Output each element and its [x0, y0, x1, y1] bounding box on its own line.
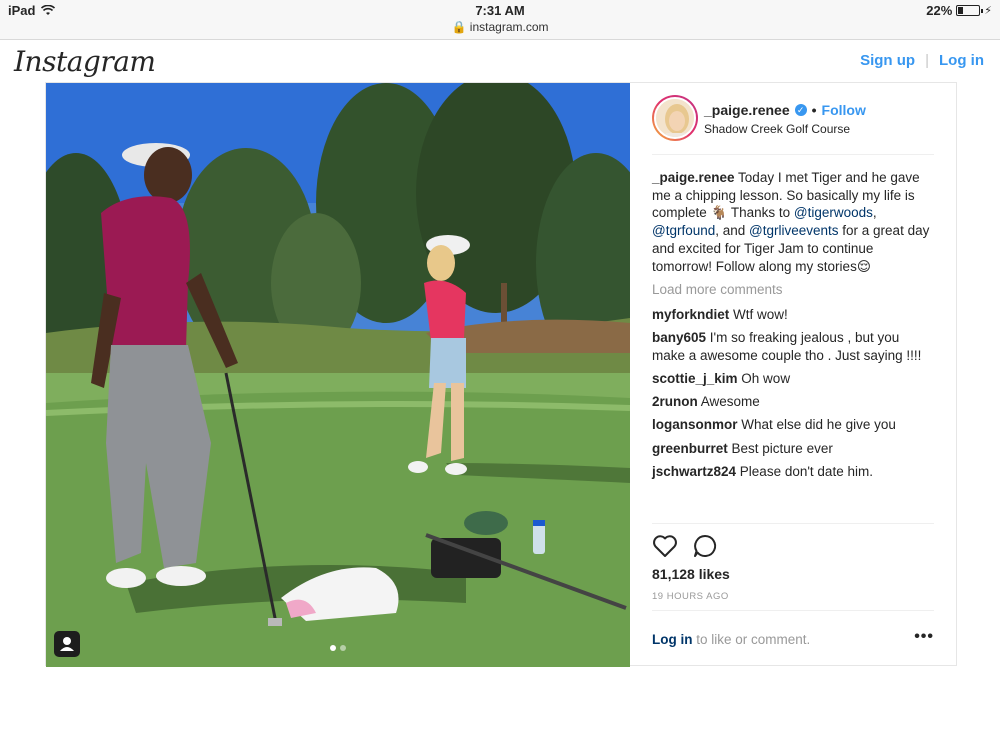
caption: _paige.renee Today I met Tiger and he ga… — [652, 169, 934, 275]
carousel-dot[interactable] — [340, 645, 346, 651]
login-suffix: to like or comment. — [692, 632, 811, 647]
auth-separator: | — [925, 52, 929, 69]
battery-icon — [956, 5, 984, 16]
mention-link[interactable]: @tigerwoods — [794, 205, 873, 220]
comment: bany605 I'm so freaking jealous , but yo… — [652, 329, 934, 364]
log-in-link[interactable]: Log in — [939, 52, 984, 69]
comment-text: Wtf wow! — [729, 306, 788, 322]
status-right: 22% ⚡ — [926, 3, 992, 18]
sign-up-link[interactable]: Sign up — [860, 52, 915, 69]
auth-links: Sign up | Log in — [860, 52, 984, 69]
relieved-emoji: 😌 — [856, 258, 871, 274]
post-photo[interactable] — [46, 83, 630, 667]
carousel-dot-active[interactable] — [330, 645, 336, 651]
mention-link[interactable]: @tgrfound — [652, 223, 715, 238]
location-link[interactable]: Shadow Creek Golf Course — [704, 122, 866, 136]
comment-text: Awesome — [697, 394, 760, 410]
comment-username[interactable]: jschwartz824 — [652, 464, 736, 479]
comment: myforkndiet Wtf wow! — [652, 306, 934, 324]
comments-list: _paige.renee Today I met Tiger and he ga… — [652, 169, 934, 486]
comment-username[interactable]: greenburret — [652, 441, 728, 456]
mention-link[interactable]: @tgrliveevents — [749, 223, 839, 238]
carousel-dots — [330, 645, 346, 651]
comment-text: What else did he give you — [737, 417, 896, 433]
post-timestamp[interactable]: 19 HOURS AGO — [652, 591, 934, 602]
lock-icon: 🔒 — [451, 20, 467, 34]
comment: scottie_j_kim Oh wow — [652, 370, 934, 388]
comment-username[interactable]: 2runon — [652, 394, 698, 409]
comment-username[interactable]: scottie_j_kim — [652, 371, 738, 386]
instagram-header: Instagram Sign up | Log in — [0, 40, 1000, 82]
caption-text: , — [872, 205, 877, 221]
battery-percent: 22% — [926, 3, 953, 18]
battery-fill — [958, 7, 963, 14]
comment-text: Oh wow — [737, 371, 791, 387]
comment-text: Best picture ever — [727, 440, 833, 456]
comment: jschwartz824 Please don't date him. — [652, 463, 934, 481]
username-link[interactable]: _paige.renee — [704, 102, 790, 118]
comment-text: Please don't date him. — [736, 463, 873, 479]
comment-username[interactable]: bany605 — [652, 330, 706, 345]
caption-text: Thanks to — [727, 205, 794, 221]
user-tag-button[interactable] — [54, 631, 80, 657]
address-bar[interactable]: 🔒 instagram.com — [0, 20, 1000, 34]
post-actions: 81,128 likes 19 HOURS AGO — [652, 523, 934, 602]
login-prompt: Log in to like or comment. ••• — [652, 610, 934, 647]
caption-username[interactable]: _paige.renee — [652, 170, 735, 185]
post-sidebar: _paige.renee ✓ • Follow Shadow Creek Gol… — [630, 83, 956, 665]
instagram-logo[interactable]: Instagram — [14, 45, 156, 78]
comment-icon[interactable] — [692, 534, 718, 558]
comment-username[interactable]: myforkndiet — [652, 307, 729, 322]
caption-text: , and — [715, 223, 750, 239]
heart-icon[interactable] — [652, 534, 678, 558]
user-tag-icon — [60, 637, 74, 651]
golf-photo-illustration — [46, 83, 630, 667]
bullet-separator: • — [811, 102, 817, 118]
status-bar: iPad 7:31 AM 🔒 instagram.com 22% ⚡ — [0, 0, 1000, 40]
comment-username[interactable]: logansonmor — [652, 417, 738, 432]
avatar[interactable] — [652, 95, 698, 141]
comment: 2runon Awesome — [652, 393, 934, 411]
comment: logansonmor What else did he give you — [652, 416, 934, 434]
verified-icon: ✓ — [794, 104, 807, 116]
load-more-comments[interactable]: Load more comments — [652, 281, 934, 299]
status-time: 7:31 AM — [475, 3, 525, 18]
likes-count[interactable]: 81,128 likes — [652, 566, 934, 582]
avatar-image — [654, 97, 696, 139]
login-link[interactable]: Log in — [652, 632, 693, 647]
post-header-info: _paige.renee ✓ • Follow Shadow Creek Gol… — [704, 102, 866, 136]
comment: greenburret Best picture ever — [652, 440, 934, 458]
goat-emoji: 🐐 — [710, 205, 728, 221]
more-options-icon[interactable]: ••• — [914, 628, 934, 646]
post-header: _paige.renee ✓ • Follow Shadow Creek Gol… — [652, 95, 934, 155]
charging-icon: ⚡ — [984, 5, 992, 17]
follow-button[interactable]: Follow — [822, 102, 866, 118]
address-url: instagram.com — [469, 20, 549, 34]
post-card: _paige.renee ✓ • Follow Shadow Creek Gol… — [45, 82, 957, 667]
